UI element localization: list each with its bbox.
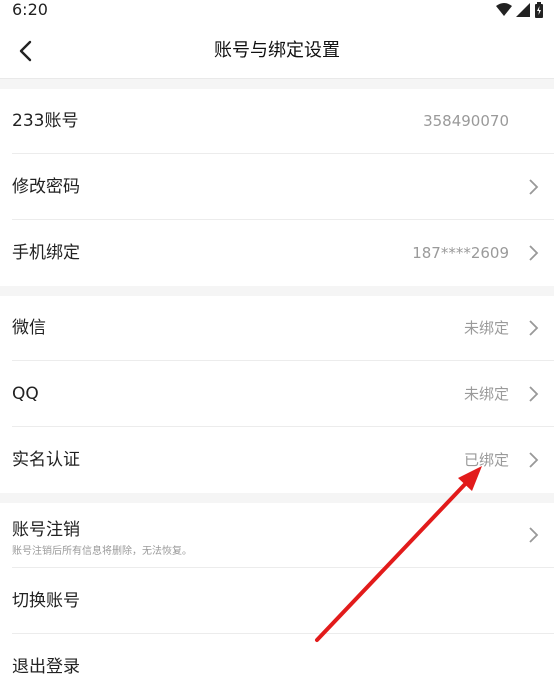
chevron-right-icon	[529, 386, 539, 402]
header-bar: 账号与绑定设置	[0, 24, 554, 79]
row-account-id: 233账号 358490070	[0, 89, 554, 154]
section-divider	[0, 493, 554, 503]
section-divider	[0, 79, 554, 89]
chevron-right-icon	[529, 527, 539, 543]
row-switch-account[interactable]: 切换账号	[0, 569, 554, 634]
qq-status: 未绑定	[463, 385, 509, 403]
signal-icon	[516, 3, 530, 17]
row-real-name-verification[interactable]: 实名认证 已绑定	[0, 428, 554, 493]
row-qq[interactable]: QQ 未绑定	[0, 362, 554, 427]
wechat-status: 未绑定	[463, 319, 509, 337]
page-title: 账号与绑定设置	[214, 40, 340, 61]
account-cancellation-hint: 账号注销后所有信息将删除，无法恢复。	[12, 546, 192, 557]
row-phone-binding[interactable]: 手机绑定 187****2609	[0, 221, 554, 286]
phone-binding-value: 187****2609	[412, 244, 509, 262]
row-change-password[interactable]: 修改密码	[0, 155, 554, 220]
wifi-icon	[496, 3, 512, 16]
account-cancellation-label: 账号注销	[12, 520, 80, 540]
account-id-label: 233账号	[12, 111, 79, 131]
row-logout[interactable]: 退出登录	[0, 635, 554, 700]
chevron-right-icon	[529, 179, 539, 195]
status-time: 6:20	[12, 0, 48, 19]
change-password-label: 修改密码	[12, 177, 80, 197]
real-name-label: 实名认证	[12, 450, 80, 470]
row-wechat[interactable]: 微信 未绑定	[0, 296, 554, 361]
switch-account-label: 切换账号	[12, 591, 80, 611]
real-name-status: 已绑定	[463, 451, 509, 469]
status-bar: 6:20	[0, 0, 554, 24]
battery-icon	[535, 2, 543, 18]
phone-binding-label: 手机绑定	[12, 243, 80, 263]
qq-label: QQ	[12, 384, 39, 404]
section-divider	[0, 286, 554, 296]
account-id-value: 358490070	[423, 112, 509, 130]
row-account-cancellation[interactable]: 账号注销 账号注销后所有信息将删除，无法恢复。	[0, 503, 554, 568]
chevron-right-icon	[529, 452, 539, 468]
chevron-right-icon	[529, 320, 539, 336]
wechat-label: 微信	[12, 318, 46, 338]
logout-label: 退出登录	[12, 657, 80, 677]
chevron-right-icon	[529, 245, 539, 261]
